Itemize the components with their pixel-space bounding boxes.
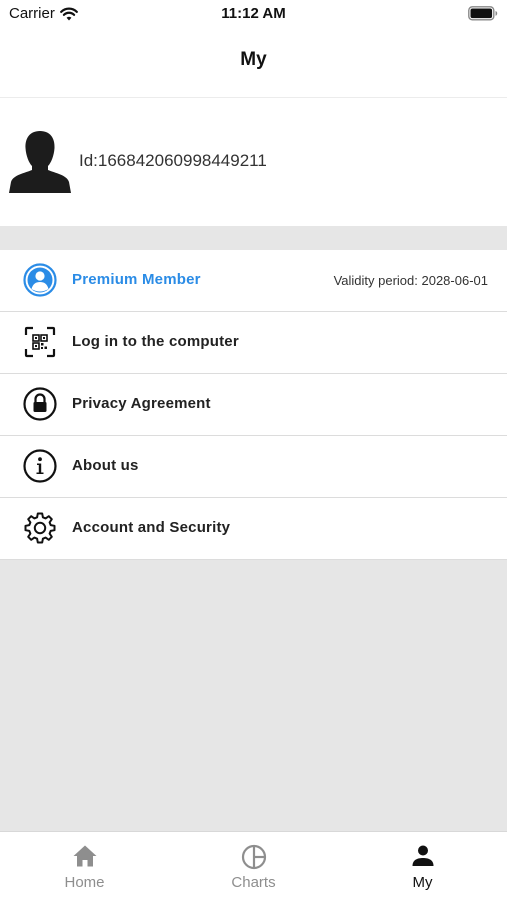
menu-item-privacy-agreement[interactable]: Privacy Agreement [0, 374, 507, 436]
tab-label-home: Home [64, 874, 105, 891]
screen: Carrier 11:12 AM My Id:16684206099844921… [0, 0, 507, 900]
person-icon [338, 844, 507, 868]
menu-label-about-us: About us [72, 457, 139, 474]
gear-icon [22, 510, 58, 546]
menu-item-premium-member[interactable]: Premium Member Validity period: 2028-06-… [0, 250, 507, 312]
tab-label-my: My [412, 874, 433, 891]
validity-period: Validity period: 2028-06-01 [333, 273, 488, 288]
lock-icon [22, 386, 58, 422]
qr-scan-icon [22, 324, 58, 360]
page-title: My [240, 49, 267, 70]
status-time: 11:12 AM [221, 5, 286, 22]
menu-label-log-in-computer: Log in to the computer [72, 333, 239, 350]
menu-list: Premium Member Validity period: 2028-06-… [0, 250, 507, 560]
menu-label-privacy-agreement: Privacy Agreement [72, 395, 211, 412]
tab-home[interactable]: Home [0, 832, 169, 900]
menu-item-about-us[interactable]: About us [0, 436, 507, 498]
status-bar: Carrier 11:12 AM [0, 0, 507, 30]
tab-label-charts: Charts [231, 874, 276, 891]
menu-label-account-security: Account and Security [72, 519, 231, 536]
home-icon [0, 844, 169, 868]
battery-full-icon [468, 6, 498, 26]
profile-card[interactable]: Id:16684206099844921​1 [0, 98, 507, 226]
tab-my[interactable]: My [338, 832, 507, 900]
user-circle-icon [22, 262, 58, 298]
menu-label-premium-member: Premium Member [72, 271, 201, 288]
pie-chart-icon [169, 844, 338, 870]
user-silhouette-icon[interactable] [8, 129, 72, 195]
info-icon [22, 448, 58, 484]
menu-item-account-security[interactable]: Account and Security [0, 498, 507, 560]
user-id: Id:16684206099844921​1 [79, 151, 267, 170]
nav-bar: My [0, 30, 507, 98]
menu-item-log-in-computer[interactable]: Log in to the computer [0, 312, 507, 374]
tab-charts[interactable]: Charts [169, 832, 338, 900]
tab-bar: Home Charts My [0, 831, 507, 900]
